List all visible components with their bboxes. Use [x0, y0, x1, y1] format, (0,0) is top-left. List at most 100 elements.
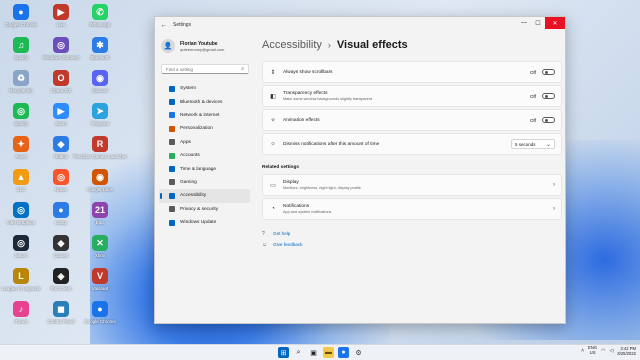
sidebar-item-system[interactable]: System [159, 82, 250, 95]
clock[interactable]: 3:42 PM 8/25/2022 [617, 346, 636, 356]
sidebar-item-accounts[interactable]: Accounts [159, 149, 250, 162]
desktop-icon[interactable]: L League of Legends [2, 268, 40, 304]
desktop-icon-label: Zoom [55, 121, 67, 126]
chrome-taskbar-icon[interactable]: ● [338, 347, 349, 358]
sidebar-item-windows-update[interactable]: Windows Update [159, 216, 250, 229]
desktop-icon[interactable]: ♻ Recycle Bin [2, 70, 40, 106]
desktop-app-icon: ● [92, 301, 108, 317]
settings-taskbar-icon[interactable]: ⚙ [353, 347, 364, 358]
animation-toggle[interactable] [542, 116, 555, 124]
desktop-icon[interactable]: ◉ Google Drive [81, 169, 119, 205]
desktop-icon[interactable]: ● Google Chrome [2, 4, 40, 40]
related-notifications[interactable]: ◔ Notifications App and system notificat… [262, 198, 562, 220]
display-subtitle: Monitors, brightness, night light, displ… [283, 186, 361, 190]
transparency-title: Transparency effects [283, 91, 328, 96]
notifications-title: Notifications [283, 204, 310, 209]
file-explorer-icon[interactable]: ▬ [323, 347, 334, 358]
desktop-icon[interactable]: 21 Epic [81, 202, 119, 238]
sidebar-item-label: Gaming [180, 179, 197, 185]
scrollbars-toggle[interactable] [542, 68, 555, 76]
search-input[interactable] [166, 66, 236, 72]
breadcrumb-parent[interactable]: Accessibility [262, 39, 322, 51]
get-help-link[interactable]: ? Get help [262, 228, 562, 239]
desktop-icon[interactable]: ◎ Brave [42, 169, 80, 205]
desktop-icon[interactable]: ▲ VLC [2, 169, 40, 205]
give-feedback-link[interactable]: ☺ Give feedback [262, 239, 562, 250]
desktop-icon[interactable]: ▶ Live [42, 4, 80, 40]
transparency-state: Off [529, 93, 536, 99]
desktop-icon[interactable]: ◎ Intel Graphics [2, 202, 40, 238]
desktop-icon[interactable]: ● Uplay [42, 202, 80, 238]
desktop-icon-label: Live [56, 22, 66, 27]
user-email: quteemoney@gmail.com [180, 46, 225, 52]
sidebar-item-label: Windows Update [180, 220, 217, 226]
desktop-icon[interactable]: ✕ Xbox [81, 235, 119, 271]
back-arrow-icon[interactable]: ← [157, 22, 171, 29]
desktop-icon[interactable]: ♪ iTunes [2, 301, 40, 337]
title-bar: ← Settings — ☐ ✕ [155, 17, 565, 33]
desktop-icon[interactable]: ▶ Zoom [42, 103, 80, 139]
sidebar-item-bluetooth-devices[interactable]: Bluetooth & devices [159, 95, 250, 108]
desktop-app-icon: V [92, 268, 108, 284]
sidebar-item-network-internet[interactable]: Network & internet [159, 109, 250, 122]
desktop-icon[interactable]: ◉ Discord [81, 70, 119, 106]
sidebar-item-icon [169, 166, 175, 173]
user-profile[interactable]: 👤 Florian Youtube quteemoney@gmail.com [155, 33, 255, 59]
desktop-icon[interactable]: ● Google Chrome [81, 301, 119, 337]
volume-icon[interactable]: ◁ [610, 348, 614, 354]
desktop-icon[interactable]: ◼ Control Panel [42, 301, 80, 337]
desktop-app-icon: ✆ [92, 4, 108, 20]
sidebar-item-label: System [180, 86, 196, 92]
desktop-icon[interactable]: R Rockstar Games Launcher [73, 136, 127, 172]
desktop-icon-label: Uplay [55, 220, 67, 225]
desktop-icon[interactable]: ◆ Games [42, 235, 80, 271]
desktop-icon[interactable]: ✦ Avast [2, 136, 40, 172]
desktop-icon[interactable]: ◎ Windows Connect [42, 37, 80, 73]
help-icon: ? [262, 230, 265, 237]
desktop-app-icon: ● [53, 202, 69, 218]
sidebar-item-label: Privacy & security [180, 206, 219, 212]
sidebar-item-gaming[interactable]: Gaming [159, 176, 250, 189]
desktop-icon[interactable]: O Opera GX [42, 70, 80, 106]
desktop-icon-label: Recycle Bin [9, 88, 33, 93]
desktop-icon-label: Control Panel [47, 319, 75, 324]
desktop-icon-label: Avast [15, 154, 27, 159]
sidebar-item-apps[interactable]: Apps [159, 136, 250, 149]
sidebar-item-label: Accessibility [180, 193, 207, 199]
related-display[interactable]: ▭ Display Monitors, brightness, night li… [262, 174, 562, 196]
desktop-icon-label: Spotify [14, 55, 28, 60]
sidebar-item-privacy-security[interactable]: Privacy & security [159, 203, 250, 216]
desktop-icon[interactable]: V Valorant [81, 268, 119, 304]
sidebar-item-accessibility[interactable]: Accessibility [159, 189, 250, 203]
desktop-icon-label: Games [53, 253, 69, 258]
sidebar-item-time-language[interactable]: Time & language [159, 162, 250, 175]
desktop-icon[interactable]: ◈ Riot Client [42, 268, 80, 304]
chevron-up-icon[interactable]: ˄ [581, 348, 584, 354]
desktop-icon[interactable]: ◎ Steam [2, 235, 40, 271]
desktop-app-icon: ▲ [13, 169, 29, 185]
sidebar-item-personalization[interactable]: Personalization [159, 122, 250, 135]
search-icon[interactable]: ⌕ [241, 66, 244, 72]
sidebar-item-icon [169, 139, 175, 146]
task-view-icon[interactable]: ▣ [308, 347, 319, 358]
desktop-icon-label: Spotify [14, 121, 28, 126]
language-indicator[interactable]: ENG US [588, 346, 597, 355]
desktop-app-icon: ◎ [13, 235, 29, 251]
minimize-button[interactable]: — [517, 17, 531, 29]
desktop-icon[interactable]: ✱ Bluetooth [81, 37, 119, 73]
search-taskbar-icon[interactable]: ⌕ [293, 347, 304, 358]
dismiss-time-dropdown[interactable]: 5 seconds ⌄ [511, 139, 555, 149]
desktop-icon[interactable]: ✆ WhatsApp [81, 4, 119, 40]
desktop-icon[interactable]: ♫ Spotify [2, 37, 40, 73]
close-button[interactable]: ✕ [545, 17, 565, 29]
desktop-icon[interactable]: ➤ Telegram [81, 103, 119, 139]
desktop-app-icon: ◆ [53, 235, 69, 251]
clock-date: 8/25/2022 [617, 351, 636, 356]
transparency-toggle[interactable] [542, 92, 555, 100]
wifi-icon[interactable]: ◠ [601, 348, 605, 354]
desktop-icon[interactable]: ◎ Spotify [2, 103, 40, 139]
start-button-icon[interactable]: ⊞ [278, 347, 289, 358]
search-box[interactable]: ⌕ [161, 64, 249, 74]
maximize-button[interactable]: ☐ [531, 17, 545, 29]
give-feedback-label: Give feedback [273, 242, 303, 247]
